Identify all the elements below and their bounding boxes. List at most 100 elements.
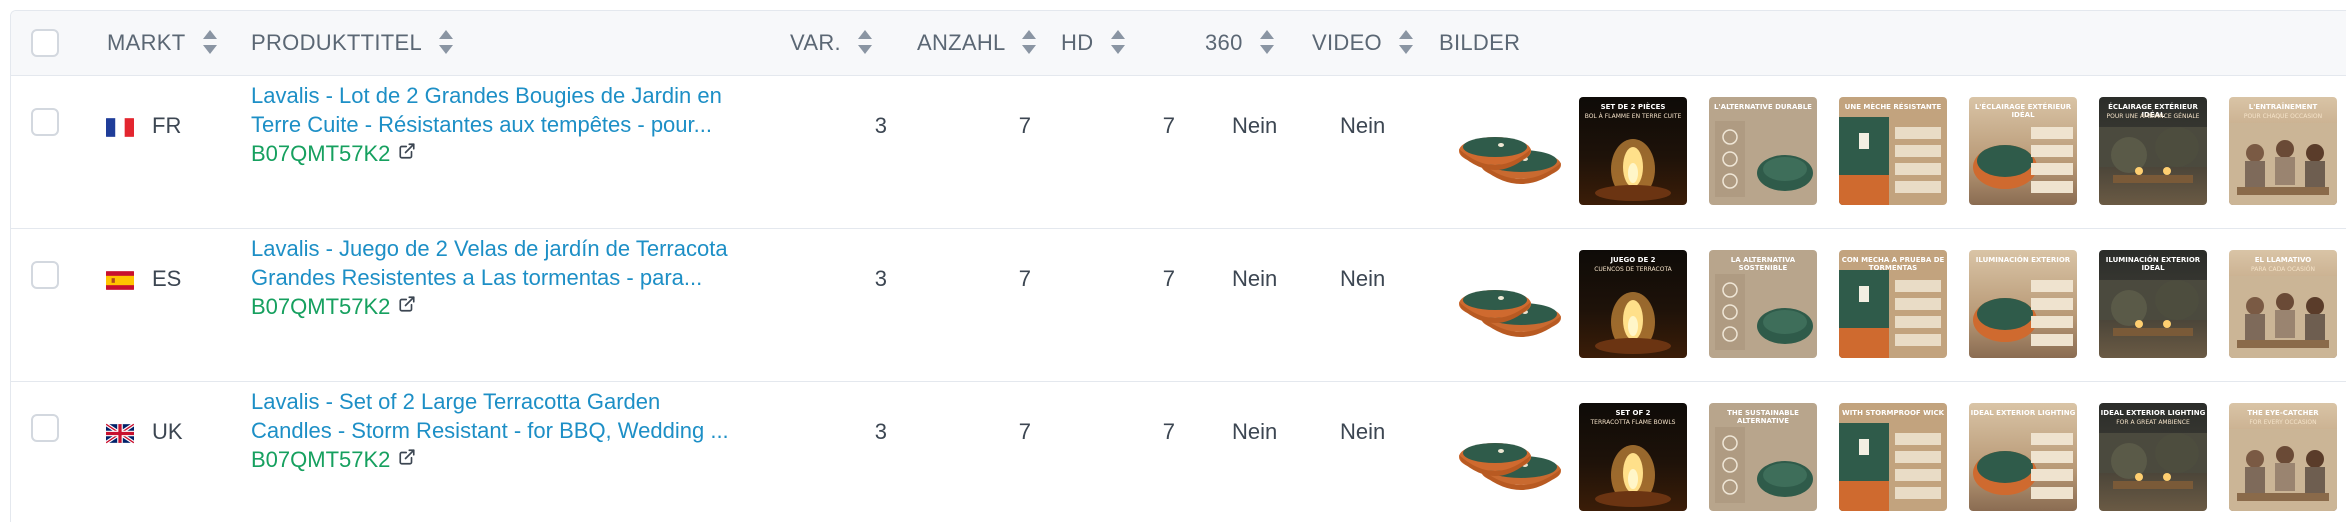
has-video-status: Nein [1340, 266, 1386, 291]
product-image-thumbnail[interactable]: THE EYE-CATCHER FOR EVERY OCCASION [2229, 403, 2337, 511]
product-image-thumbnail[interactable]: CON MECHA A PRUEBA DE TORMENTAS [1839, 250, 1947, 358]
row-checkbox[interactable] [31, 414, 59, 442]
external-link-icon[interactable] [398, 293, 416, 319]
france-flag-icon [106, 117, 134, 138]
column-header-label: VIDEO [1312, 30, 1382, 55]
has-360-status: Nein [1232, 266, 1278, 291]
product-image-thumbnail[interactable]: L'ENTRAÎNEMENT POUR CHAQUE OCCASION [2229, 97, 2337, 205]
column-header-bilder: BILDER [1439, 11, 1520, 75]
sort-icon[interactable] [857, 28, 873, 56]
column-header-label: ANZAHL [917, 30, 1005, 55]
thumbnail-subcaption: POUR UNE AMBIANCE GÉNIALE [2106, 113, 2200, 120]
product-image-thumbnail[interactable]: WITH STORMPROOF WICK [1839, 403, 1947, 511]
product-image-thumbnail[interactable]: ILUMINACIÓN EXTERIOR IDEAL [2099, 250, 2207, 358]
asin-text: B07QMT57K2 [251, 294, 391, 319]
product-image-thumbnail[interactable]: SET OF 2 TERRACOTTA FLAME BOWLS [1579, 403, 1687, 511]
product-title-link[interactable]: Lavalis - Lot de 2 Grandes Bougies de Ja… [251, 81, 771, 139]
column-header-hd[interactable]: HD [1061, 11, 1126, 75]
product-image-thumbnail[interactable]: IDEAL EXTERIOR LIGHTING FOR A GREAT AMBIE… [2099, 403, 2207, 511]
column-header-label: VAR. [790, 30, 841, 55]
sort-icon[interactable] [1398, 28, 1414, 56]
var-count: 3 [874, 113, 887, 138]
column-header-label: BILDER [1439, 30, 1521, 55]
sort-icon[interactable] [1259, 28, 1275, 56]
product-image-thumbnail[interactable]: L'ALTERNATIVE DURABLE [1709, 97, 1817, 205]
anzahl-count: 7 [1018, 419, 1031, 444]
thumbnail-caption: L'ÉCLAIRAGE EXTÉRIEUR IDÉAL [1974, 103, 2072, 119]
external-link-icon[interactable] [398, 140, 416, 166]
anzahl-count: 7 [1018, 266, 1031, 291]
asin-text: B07QMT57K2 [251, 447, 391, 472]
product-image-thumbnail[interactable]: ÉCLAIRAGE EXTÉRIEUR IDÉAL POUR UNE AMBIAN… [2099, 97, 2207, 205]
product-image-thumbnail[interactable]: SET DE 2 PIÈCES BOL À FLAMME EN TERRE CUI… [1579, 97, 1687, 205]
thumbnail-subcaption: PARA CADA OCASIÓN [2251, 266, 2315, 273]
product-main-image[interactable] [1451, 266, 1563, 346]
row-checkbox[interactable] [31, 261, 59, 289]
market-code: UK [152, 419, 183, 444]
hd-count: 7 [1162, 266, 1175, 291]
market-code: FR [152, 113, 182, 138]
product-image-thumbnail[interactable]: UNE MÈCHE RÉSISTANTE [1839, 97, 1947, 205]
product-image-thumbnail[interactable]: THE SUSTAINABLE ALTERNATIVE [1709, 403, 1817, 511]
thumbnail-caption: ILUMINACIÓN EXTERIOR [1975, 256, 2071, 264]
has-video-status: Nein [1340, 113, 1386, 138]
product-title-link[interactable]: Lavalis - Juego de 2 Velas de jardín de … [251, 234, 771, 292]
sort-icon[interactable] [202, 28, 218, 56]
has-video-status: Nein [1340, 419, 1386, 444]
sort-icon[interactable] [1110, 28, 1126, 56]
column-header-markt[interactable]: MARKT [107, 11, 218, 75]
thumbnail-caption: JUEGO DE 2 [1610, 256, 1656, 264]
product-image-thumbnail[interactable]: IDEAL EXTERIOR LIGHTING [1969, 403, 2077, 511]
table-row[interactable]: ES Lavalis - Juego de 2 Velas de jardín d… [11, 229, 2346, 382]
product-table: MARKT PRODUKTTITEL VAR. ANZAHL HD 360 VI… [10, 10, 2346, 522]
product-main-image[interactable] [1451, 419, 1563, 499]
product-title-link[interactable]: Lavalis - Set of 2 Large Terracotta Gard… [251, 387, 771, 445]
column-header-anzahl[interactable]: ANZAHL [917, 11, 1037, 75]
table-row[interactable]: FR Lavalis - Lot de 2 Grandes Bougies de … [11, 76, 2346, 229]
column-header-360[interactable]: 360 [1205, 11, 1275, 75]
market-code: ES [152, 266, 182, 291]
table-header: MARKT PRODUKTTITEL VAR. ANZAHL HD 360 VI… [11, 11, 2346, 76]
product-title-line-2: Terre Cuite - Résistantes aux tempêtes -… [251, 112, 712, 137]
table-row[interactable]: UK Lavalis - Set of 2 Large Terracotta Ga… [11, 382, 2346, 522]
column-header-label: MARKT [107, 30, 186, 55]
asin-link[interactable]: B07QMT57K2 [251, 447, 416, 474]
thumbnail-caption: THE SUSTAINABLE ALTERNATIVE [1727, 409, 1799, 425]
product-main-image[interactable] [1451, 113, 1563, 193]
select-all-checkbox[interactable] [31, 29, 59, 57]
thumbnail-subcaption: FOR A GREAT AMBIENCE [2116, 419, 2190, 426]
column-header-produkttitel[interactable]: PRODUKTTITEL [251, 11, 454, 75]
anzahl-count: 7 [1018, 113, 1031, 138]
thumbnail-caption: UNE MÈCHE RÉSISTANTE [1844, 103, 1942, 111]
product-title-line-1: Lavalis - Juego de 2 Velas de jardín de … [251, 236, 728, 261]
uk-flag-icon [106, 423, 134, 444]
thumbnail-caption: SET OF 2 [1615, 409, 1651, 417]
column-header-label: HD [1061, 30, 1094, 55]
thumbnail-subcaption: TERRACOTTA FLAME BOWLS [1590, 419, 1676, 426]
external-link-icon[interactable] [398, 446, 416, 472]
product-image-thumbnail[interactable]: ILUMINACIÓN EXTERIOR [1969, 250, 2077, 358]
thumbnail-caption: SET DE 2 PIÈCES [1600, 103, 1666, 111]
product-image-thumbnail[interactable]: EL LLAMATIVO PARA CADA OCASIÓN [2229, 250, 2337, 358]
product-image-thumbnail[interactable]: L'ÉCLAIRAGE EXTÉRIEUR IDÉAL [1969, 97, 2077, 205]
row-checkbox[interactable] [31, 108, 59, 136]
has-360-status: Nein [1232, 113, 1278, 138]
asin-link[interactable]: B07QMT57K2 [251, 141, 416, 168]
hd-count: 7 [1162, 419, 1175, 444]
sort-icon[interactable] [438, 28, 454, 56]
thumbnail-subcaption: POUR CHAQUE OCCASION [2243, 113, 2323, 120]
column-header-var[interactable]: VAR. [790, 11, 873, 75]
asin-link[interactable]: B07QMT57K2 [251, 294, 416, 321]
product-image-thumbnail[interactable]: LA ALTERNATIVA SOSTENIBLE [1709, 250, 1817, 358]
has-360-status: Nein [1232, 419, 1278, 444]
hd-count: 7 [1162, 113, 1175, 138]
thumbnail-caption: ILUMINACIÓN EXTERIOR IDEAL [2105, 256, 2201, 272]
thumbnail-caption: L'ALTERNATIVE DURABLE [1714, 103, 1812, 111]
column-header-video[interactable]: VIDEO [1312, 11, 1414, 75]
spain-flag-icon [106, 270, 134, 291]
thumbnail-subcaption: CUENCOS DE TERRACOTA [1594, 266, 1672, 273]
product-image-thumbnail[interactable]: JUEGO DE 2 CUENCOS DE TERRACOTA [1579, 250, 1687, 358]
product-title-line-2: Candles - Storm Resistant - for BBQ, Wed… [251, 418, 729, 443]
sort-icon[interactable] [1021, 28, 1037, 56]
thumbnail-caption: LA ALTERNATIVA SOSTENIBLE [1730, 256, 1796, 272]
